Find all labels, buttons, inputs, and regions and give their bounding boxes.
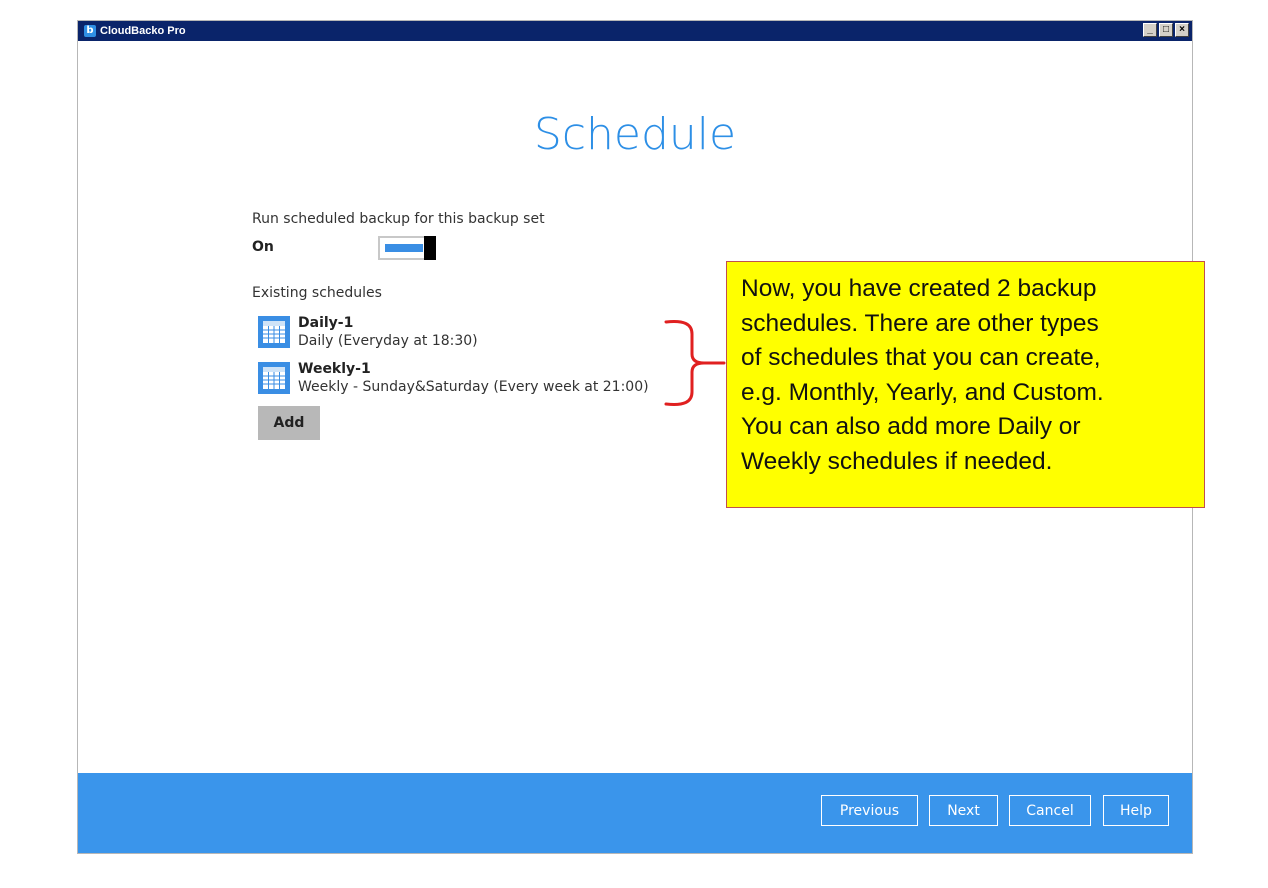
toggle-state-label: On: [252, 239, 274, 255]
page-title: Schedule: [533, 109, 737, 160]
window-controls: _ □ ×: [1143, 23, 1189, 37]
schedule-toggle[interactable]: [378, 236, 436, 260]
callout-line: e.g. Monthly, Yearly, and Custom.: [741, 378, 1104, 406]
schedule-description: Daily (Everyday at 18:30): [298, 333, 478, 349]
schedule-description: Weekly - Sunday&Saturday (Every week at …: [298, 379, 649, 395]
schedule-name: Daily-1: [298, 315, 354, 331]
cancel-button[interactable]: Cancel: [1009, 795, 1091, 826]
close-button[interactable]: ×: [1175, 23, 1189, 37]
run-scheduled-label: Run scheduled backup for this backup set: [252, 211, 545, 227]
calendar-icon: [258, 362, 290, 394]
schedule-name: Weekly-1: [298, 361, 371, 377]
annotation-callout: Now, you have created 2 backup schedules…: [726, 261, 1205, 508]
footer-bar: Previous Next Cancel Help: [78, 773, 1192, 853]
window-title: CloudBacko Pro: [100, 25, 186, 37]
callout-line: of schedules that you can create,: [741, 344, 1101, 371]
toggle-knob[interactable]: [424, 236, 436, 260]
schedule-text: Daily-1 Daily (Everyday at 18:30): [298, 314, 478, 350]
add-schedule-button[interactable]: Add: [258, 406, 320, 440]
callout-line: schedules. There are other types: [741, 309, 1099, 337]
previous-button[interactable]: Previous: [821, 795, 918, 826]
schedule-item-weekly[interactable]: Weekly-1 Weekly - Sunday&Saturday (Every…: [258, 360, 649, 396]
callout-line: Weekly schedules if needed.: [741, 447, 1053, 475]
maximize-button[interactable]: □: [1159, 23, 1173, 37]
help-button[interactable]: Help: [1103, 795, 1169, 826]
app-logo-icon: b: [84, 25, 96, 37]
schedule-item-daily[interactable]: Daily-1 Daily (Everyday at 18:30): [258, 314, 478, 350]
calendar-icon: [258, 316, 290, 348]
toggle-track-fill: [385, 244, 423, 252]
callout-line: You can also add more Daily or: [741, 413, 1081, 440]
existing-schedules-label: Existing schedules: [252, 285, 382, 301]
red-brace-annotation: [664, 320, 726, 406]
title-bar[interactable]: b CloudBacko Pro _ □ ×: [78, 21, 1192, 41]
next-button[interactable]: Next: [929, 795, 998, 826]
schedule-text: Weekly-1 Weekly - Sunday&Saturday (Every…: [298, 360, 649, 396]
callout-line: Now, you have created 2 backup: [741, 275, 1097, 302]
minimize-button[interactable]: _: [1143, 23, 1157, 37]
